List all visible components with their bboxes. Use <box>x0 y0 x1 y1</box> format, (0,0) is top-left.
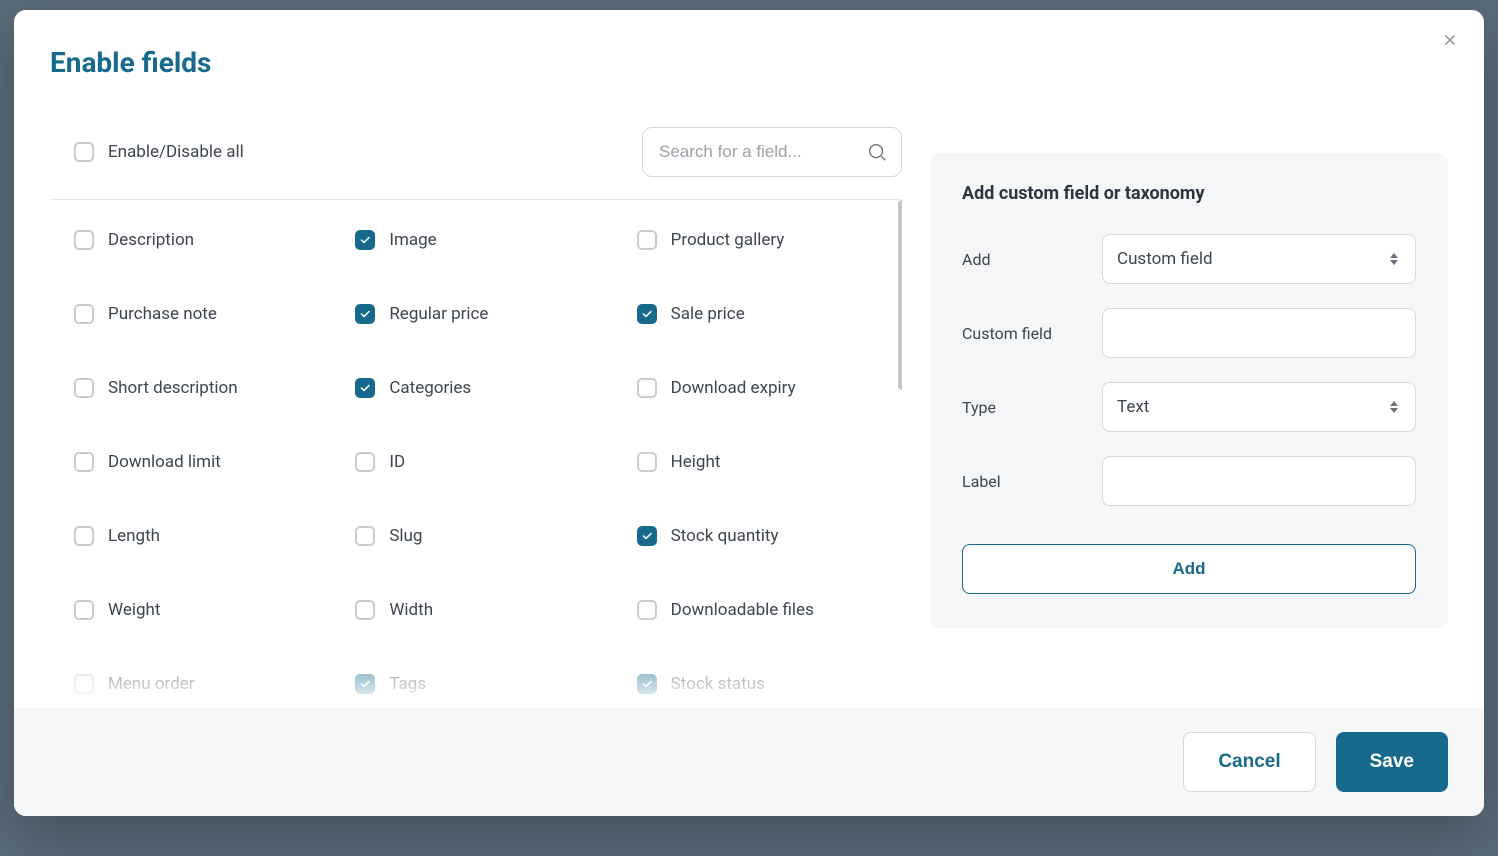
search-icon <box>864 139 890 165</box>
modal-footer: Cancel Save <box>14 708 1484 816</box>
field-checkbox[interactable] <box>637 600 657 620</box>
field-checkbox[interactable] <box>637 378 657 398</box>
type-select-value: Text <box>1117 397 1149 417</box>
form-label-label: Label <box>962 472 1102 491</box>
field-label: Purchase note <box>108 304 217 324</box>
form-label-custom-field: Custom field <box>962 324 1102 343</box>
field-item: Weight <box>74 600 339 620</box>
save-button[interactable]: Save <box>1336 732 1448 792</box>
field-checkbox[interactable] <box>637 230 657 250</box>
field-label: Stock status <box>671 674 765 694</box>
sort-icon <box>1387 253 1401 265</box>
field-label: Download limit <box>108 452 221 472</box>
field-label: Tags <box>389 674 426 694</box>
enable-all-checkbox[interactable] <box>74 142 94 162</box>
field-label: Image <box>389 230 436 250</box>
field-label: Description <box>108 230 194 250</box>
field-item: Short description <box>74 378 339 398</box>
field-label: Downloadable files <box>671 600 814 620</box>
field-checkbox[interactable] <box>637 674 657 694</box>
custom-field-input[interactable] <box>1102 308 1416 358</box>
field-checkbox[interactable] <box>74 230 94 250</box>
field-item: Downloadable files <box>637 600 902 620</box>
field-item: Height <box>637 452 902 472</box>
field-item: Regular price <box>355 304 620 324</box>
field-item: Description <box>74 230 339 250</box>
field-checkbox[interactable] <box>637 452 657 472</box>
field-label: Short description <box>108 378 238 398</box>
enable-all-label: Enable/Disable all <box>108 142 244 162</box>
field-item: Categories <box>355 378 620 398</box>
field-checkbox[interactable] <box>355 526 375 546</box>
field-label: Width <box>389 600 433 620</box>
field-item: Stock quantity <box>637 526 902 546</box>
field-label: Weight <box>108 600 160 620</box>
scrollbar-thumb[interactable] <box>898 200 902 390</box>
field-checkbox[interactable] <box>74 526 94 546</box>
field-item: Slug <box>355 526 620 546</box>
field-label: Regular price <box>389 304 488 324</box>
field-checkbox[interactable] <box>74 378 94 398</box>
field-label: Slug <box>389 526 422 546</box>
field-item: Width <box>355 600 620 620</box>
field-checkbox[interactable] <box>74 674 94 694</box>
field-label: ID <box>389 452 405 472</box>
field-checkbox[interactable] <box>637 304 657 324</box>
field-checkbox[interactable] <box>355 378 375 398</box>
field-checkbox[interactable] <box>74 600 94 620</box>
add-select[interactable]: Custom field <box>1102 234 1416 284</box>
form-label-type: Type <box>962 398 1102 417</box>
field-item: Product gallery <box>637 230 902 250</box>
field-checkbox[interactable] <box>355 674 375 694</box>
sort-icon <box>1387 401 1401 413</box>
form-label-add: Add <box>962 250 1102 269</box>
field-item: Download expiry <box>637 378 902 398</box>
panel-title: Add custom field or taxonomy <box>962 183 1416 204</box>
field-item: Purchase note <box>74 304 339 324</box>
field-label: Stock quantity <box>671 526 779 546</box>
field-item: Tags <box>355 674 620 694</box>
field-label: Length <box>108 526 160 546</box>
field-item: Length <box>74 526 339 546</box>
field-checkbox[interactable] <box>355 304 375 324</box>
add-select-value: Custom field <box>1117 249 1213 269</box>
search-input[interactable] <box>642 127 902 177</box>
field-checkbox[interactable] <box>355 600 375 620</box>
field-item: Image <box>355 230 620 250</box>
type-select[interactable]: Text <box>1102 382 1416 432</box>
field-label: Sale price <box>671 304 745 324</box>
enable-fields-modal: Enable fields Enable/Disable all Descrip… <box>14 10 1484 816</box>
field-item: Sale price <box>637 304 902 324</box>
field-checkbox[interactable] <box>74 304 94 324</box>
field-label: Height <box>671 452 721 472</box>
field-checkbox[interactable] <box>74 452 94 472</box>
field-label: Menu order <box>108 674 195 694</box>
field-checkbox[interactable] <box>355 452 375 472</box>
label-input[interactable] <box>1102 456 1416 506</box>
field-label: Categories <box>389 378 471 398</box>
custom-field-panel: Add custom field or taxonomy Add Custom … <box>930 153 1448 628</box>
field-label: Product gallery <box>671 230 785 250</box>
field-item: Download limit <box>74 452 339 472</box>
field-checkbox[interactable] <box>637 526 657 546</box>
field-checkbox[interactable] <box>355 230 375 250</box>
modal-title: Enable fields <box>14 10 1484 79</box>
close-icon <box>1441 31 1459 53</box>
add-button[interactable]: Add <box>962 544 1416 594</box>
field-item: Stock status <box>637 674 902 694</box>
field-item: ID <box>355 452 620 472</box>
close-button[interactable] <box>1436 28 1464 56</box>
field-item: Menu order <box>74 674 339 694</box>
fields-scroll-area: Description Image Product gallery Purchase … <box>50 200 902 708</box>
field-label: Download expiry <box>671 378 796 398</box>
cancel-button[interactable]: Cancel <box>1183 732 1315 792</box>
